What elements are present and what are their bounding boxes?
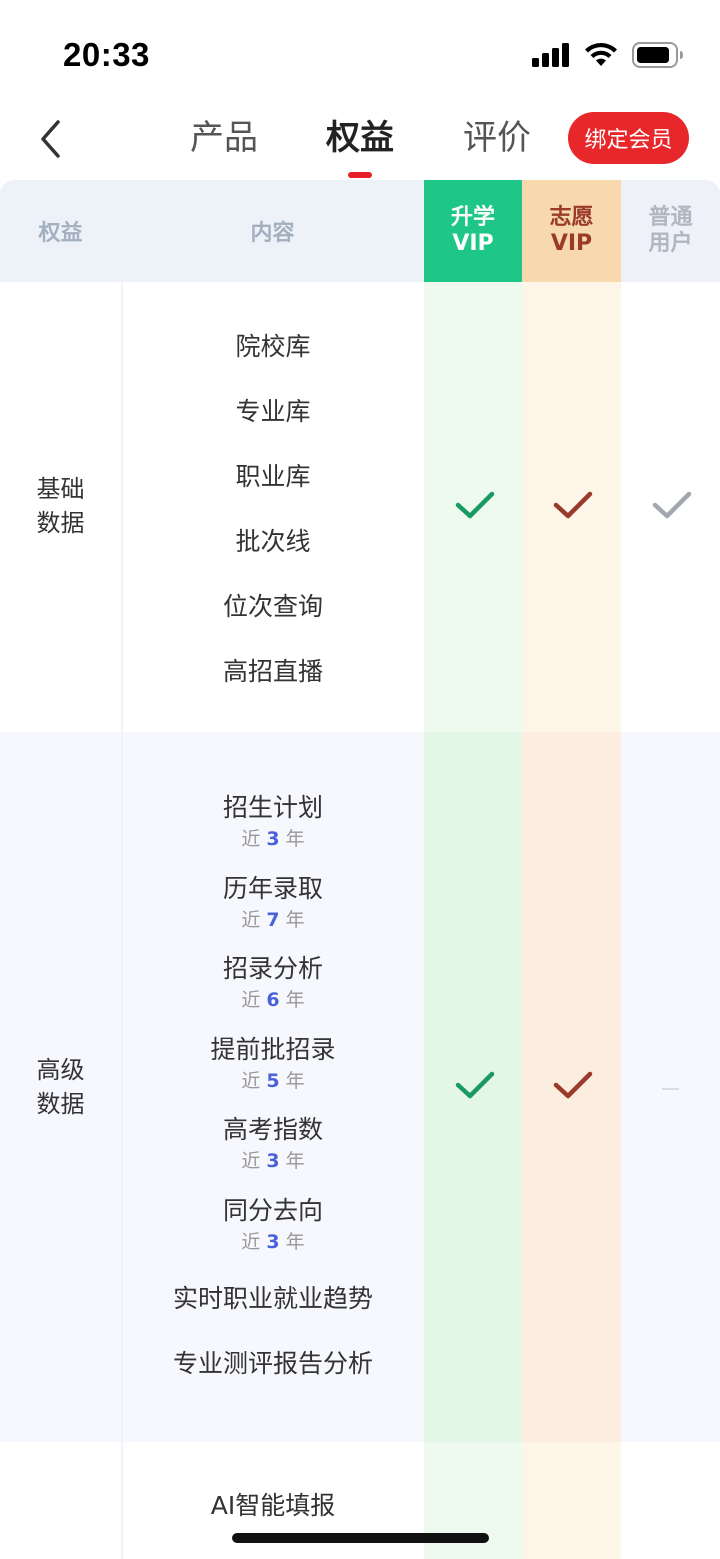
header-zy-vip: 志愿 VIP (522, 180, 621, 282)
tab-benefits[interactable]: 权益 (326, 116, 394, 178)
check-icon (652, 491, 692, 519)
list-item: 批次线 (235, 527, 311, 556)
list-item-sub: 近 3 年 (241, 1231, 305, 1253)
list-item-sub: 近 6 年 (241, 989, 305, 1011)
header-content: 内容 (121, 180, 424, 282)
tab-product[interactable]: 产品 (190, 116, 258, 166)
section-basic-label-line1: 基础 (36, 475, 85, 503)
home-indicator (232, 1533, 489, 1543)
header-sx-line1: 升学 (450, 205, 495, 230)
benefits-table: 权益 内容 升学 VIP 志愿 VIP 普通 用户 基础 数据 院校库 专业库 … (0, 180, 720, 1559)
list-item: 招录分析 (222, 954, 323, 983)
check-icon (455, 1071, 495, 1099)
header-sx-line2: VIP (452, 231, 494, 256)
list-item: 高招直播 (222, 657, 323, 686)
header-pt-line1: 普通 (648, 205, 693, 230)
list-item: 职业库 (235, 462, 311, 491)
status-time: 20:33 (63, 36, 150, 73)
list-item-sub: 近 5 年 (241, 1070, 305, 1092)
list-item-sub: 近 3 年 (241, 828, 305, 850)
tab-reviews[interactable]: 评价 (463, 116, 531, 166)
section-advanced-label: 高级 数据 (0, 1053, 121, 1121)
section-basic-label-line2: 数据 (36, 509, 85, 537)
check-icon (455, 491, 495, 519)
back-button[interactable] (30, 114, 70, 164)
list-item-sub: 近 3 年 (241, 1150, 305, 1172)
list-item: 位次查询 (222, 592, 323, 621)
list-item: 专业库 (235, 397, 311, 426)
list-item-sub: 近 7 年 (241, 909, 305, 931)
check-icon (553, 491, 593, 519)
header-sx-vip: 升学 VIP (424, 180, 522, 282)
check-icon (553, 1071, 593, 1099)
header-normal-user: 普通 用户 (621, 180, 720, 282)
battery-icon (632, 42, 683, 68)
dash-icon (662, 1088, 679, 1090)
list-item: 历年录取 (222, 874, 323, 903)
list-item: 提前批招录 (210, 1035, 336, 1064)
signal-icon (532, 43, 569, 67)
wifi-icon (585, 43, 617, 66)
list-item: 高考指数 (222, 1115, 323, 1144)
status-bar: 20:33 (0, 0, 720, 100)
tab-active-indicator (348, 172, 372, 178)
list-item: 专业测评报告分析 (172, 1349, 373, 1378)
section-advanced-label-line2: 数据 (36, 1090, 85, 1118)
list-item: 实时职业就业趋势 (172, 1284, 373, 1313)
bind-member-button[interactable]: 绑定会员 (568, 112, 689, 164)
list-item: 招生计划 (222, 793, 323, 822)
status-icons (532, 42, 684, 68)
header-zy-line1: 志愿 (549, 205, 594, 230)
header-pt-line2: 用户 (648, 231, 693, 256)
section-advanced-label-line1: 高级 (36, 1056, 85, 1084)
back-chevron-icon (41, 120, 60, 158)
list-item: AI智能填报 (210, 1491, 336, 1520)
nav-bar: 产品 权益 评价 绑定会员 (0, 100, 720, 180)
section-basic-label: 基础 数据 (0, 472, 121, 540)
list-item: 同分去向 (222, 1196, 323, 1225)
list-item: 院校库 (235, 332, 311, 361)
tab-benefits-label: 权益 (326, 118, 394, 158)
header-benefit: 权益 (0, 180, 121, 282)
header-zy-line2: VIP (550, 231, 593, 256)
